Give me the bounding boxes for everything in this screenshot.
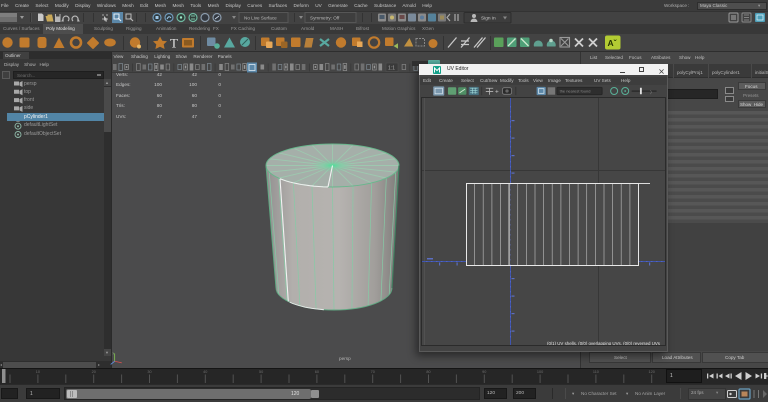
svg-text:1:1: 1:1 xyxy=(388,66,395,72)
svg-text:the nearest found: the nearest found xyxy=(560,88,591,93)
svg-text:30: 30 xyxy=(147,370,151,374)
svg-text:110: 110 xyxy=(593,370,599,374)
svg-text:100: 100 xyxy=(537,370,543,374)
svg-text:10: 10 xyxy=(36,370,40,374)
svg-text:No Live Surface: No Live Surface xyxy=(244,16,277,21)
svg-text:90: 90 xyxy=(482,370,486,374)
svg-text:60: 60 xyxy=(315,370,319,374)
svg-text:20: 20 xyxy=(92,370,96,374)
svg-text:70: 70 xyxy=(371,370,375,374)
svg-text:120: 120 xyxy=(649,370,655,374)
svg-text:+: + xyxy=(495,88,499,95)
svg-text:Sign in: Sign in xyxy=(481,16,496,22)
svg-text:80: 80 xyxy=(426,370,430,374)
svg-text:Symmetry: Off: Symmetry: Off xyxy=(310,16,340,21)
svg-text:Aˇ: Aˇ xyxy=(608,38,618,48)
svg-text:40: 40 xyxy=(203,370,207,374)
svg-text:T: T xyxy=(170,36,178,51)
svg-text:⟩: ⟩ xyxy=(650,89,652,94)
svg-text:50: 50 xyxy=(259,370,263,374)
